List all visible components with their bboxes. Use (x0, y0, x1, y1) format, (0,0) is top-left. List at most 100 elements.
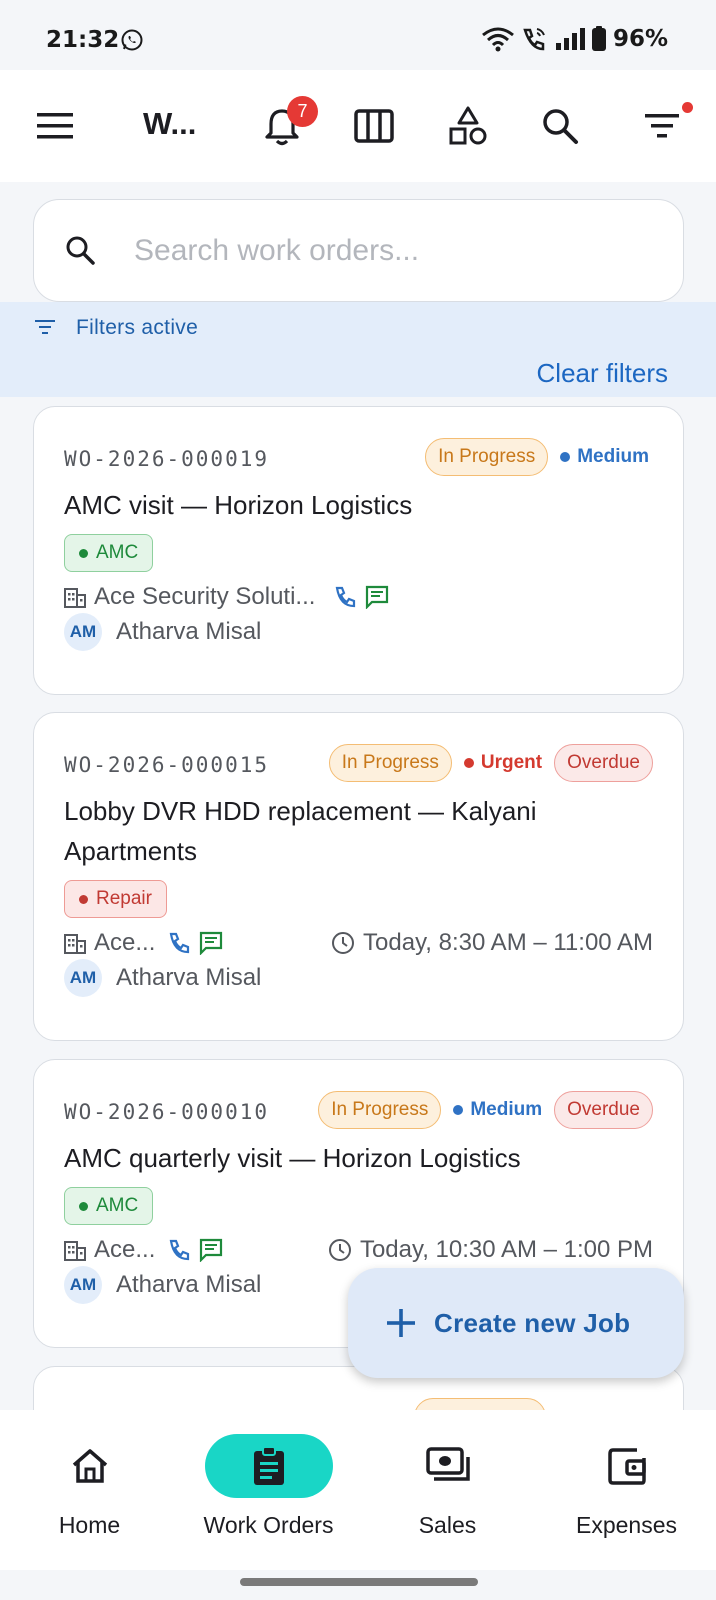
nav-home-pill (26, 1434, 154, 1498)
building-icon (64, 1241, 86, 1261)
categories-button[interactable] (434, 92, 502, 160)
assignee-row: AM Atharva Misal (64, 1266, 261, 1304)
clipboard-icon (253, 1446, 284, 1485)
building-icon (64, 588, 86, 608)
nav-work-orders[interactable]: Work Orders (179, 1434, 358, 1539)
nav-work-orders-label: Work Orders (203, 1512, 334, 1538)
menu-button[interactable] (21, 92, 89, 160)
filter-active-dot (682, 102, 693, 113)
filter-icon (645, 114, 679, 138)
wifi-call-icon (523, 28, 545, 51)
work-order-title: AMC visit — Horizon Logistics (64, 490, 413, 520)
nav-sales-pill (384, 1434, 512, 1498)
customer-row: Ace... (64, 1236, 223, 1264)
avatar: AM (64, 613, 102, 651)
nav-expenses[interactable]: Expenses (537, 1434, 716, 1539)
work-order-title: Lobby DVR HDD replacement — Kalyani Apar… (64, 796, 537, 866)
message-icon[interactable] (199, 1238, 223, 1262)
status-time: 21:32 (46, 27, 120, 53)
phone-icon[interactable] (167, 931, 191, 955)
filter-icon (35, 320, 55, 334)
avatar: AM (64, 1266, 102, 1304)
create-job-label: Create new Job (434, 1307, 631, 1338)
customer-name: Ace... (94, 929, 156, 956)
battery-level: 96% (612, 26, 668, 52)
nav-expenses-pill (563, 1434, 691, 1498)
work-order-card[interactable]: WO-2026-000019 In Progress Medium AMC vi… (33, 406, 684, 695)
priority-badge: Medium (449, 1099, 546, 1121)
work-order-title: AMC quarterly visit — Horizon Logistics (64, 1143, 521, 1173)
priority-badge: Urgent (460, 752, 546, 774)
filters-active-label: Filters active (76, 316, 199, 339)
nav-sales-label: Sales (418, 1512, 477, 1538)
clock-icon (332, 932, 355, 954)
job-type-badge: AMC (64, 1187, 154, 1225)
status-badge: In Progress (328, 744, 452, 782)
columns-icon (354, 109, 394, 143)
nav-home-label: Home (58, 1512, 121, 1538)
overdue-badge: Overdue (554, 744, 653, 782)
search-input[interactable] (134, 226, 654, 276)
overdue-badge: Overdue (554, 1091, 653, 1129)
search-icon (66, 236, 95, 265)
customer-name: Ace... (94, 1236, 156, 1263)
status-chips: In Progress Medium (425, 438, 653, 476)
sales-icon (425, 1447, 470, 1481)
schedule-time: Today, 8:30 AM – 11:00 AM (363, 929, 653, 956)
home-indicator (240, 1578, 478, 1586)
app-bar: W... (0, 70, 716, 182)
hamburger-icon (37, 113, 73, 139)
customer-name: Ace Security Soluti... (94, 583, 316, 610)
nav-home[interactable]: Home (0, 1434, 179, 1539)
phone-icon[interactable] (333, 585, 357, 609)
nav-sales[interactable]: Sales (358, 1434, 537, 1539)
customer-row: Ace Security Soluti... (64, 583, 389, 611)
schedule-time: Today, 10:30 AM – 1:00 PM (359, 1236, 653, 1263)
bottom-navigation: Home Work Orders Sales Expenses (0, 1410, 716, 1570)
whatsapp-icon (121, 29, 143, 51)
clear-filters-button[interactable]: Clear filters (537, 358, 668, 389)
shapes-icon (449, 106, 487, 145)
nav-work-orders-pill (204, 1434, 333, 1498)
home-icon (72, 1449, 107, 1483)
page-title: W... (143, 106, 197, 141)
assignee-name: Atharva Misal (116, 618, 262, 645)
avatar: AM (64, 959, 102, 997)
signal-icon (555, 28, 585, 50)
work-order-id: WO-2026-000010 (64, 1100, 270, 1124)
work-order-card[interactable]: WO-2026-000015 In Progress Urgent Overdu… (33, 712, 684, 1041)
status-badge: In Progress (425, 438, 549, 476)
battery-icon (591, 26, 606, 51)
status-chips: In Progress Medium Overdue (318, 1091, 653, 1129)
priority-badge: Medium (556, 446, 653, 468)
work-order-id: WO-2026-000019 (64, 447, 270, 471)
status-badge: In Progress (318, 1091, 442, 1129)
customer-row: Ace... (64, 929, 223, 957)
create-job-button[interactable]: Create new Job (348, 1268, 684, 1378)
message-icon[interactable] (365, 585, 389, 609)
job-type-badge: AMC (64, 534, 154, 572)
status-bar: 21:32 96% (0, 0, 716, 70)
work-order-id: WO-2026-000015 (64, 753, 270, 777)
wallet-icon (607, 1448, 646, 1485)
search-button[interactable] (526, 92, 594, 160)
nav-expenses-label: Expenses (575, 1512, 677, 1538)
schedule-row: Today, 8:30 AM – 11:00 AM (331, 929, 653, 957)
message-icon[interactable] (199, 931, 223, 955)
job-type-badge: Repair (64, 880, 167, 918)
assignee-row: AM Atharva Misal (64, 613, 261, 651)
schedule-row: Today, 10:30 AM – 1:00 PM (328, 1236, 653, 1264)
phone-icon[interactable] (167, 1238, 191, 1262)
clock-icon (328, 1239, 351, 1261)
status-chips: In Progress Urgent Overdue (328, 744, 653, 782)
notification-badge: 7 (287, 96, 318, 127)
wifi-icon (482, 27, 514, 52)
search-icon (543, 109, 578, 144)
status-icons: 96% (481, 26, 668, 52)
plus-icon (387, 1309, 415, 1337)
assignee-name: Atharva Misal (116, 964, 262, 991)
assignee-row: AM Atharva Misal (64, 959, 261, 997)
search-box (33, 199, 684, 302)
board-view-button[interactable] (340, 92, 408, 160)
filter-status-bar: Filters active Clear filters (0, 302, 716, 397)
